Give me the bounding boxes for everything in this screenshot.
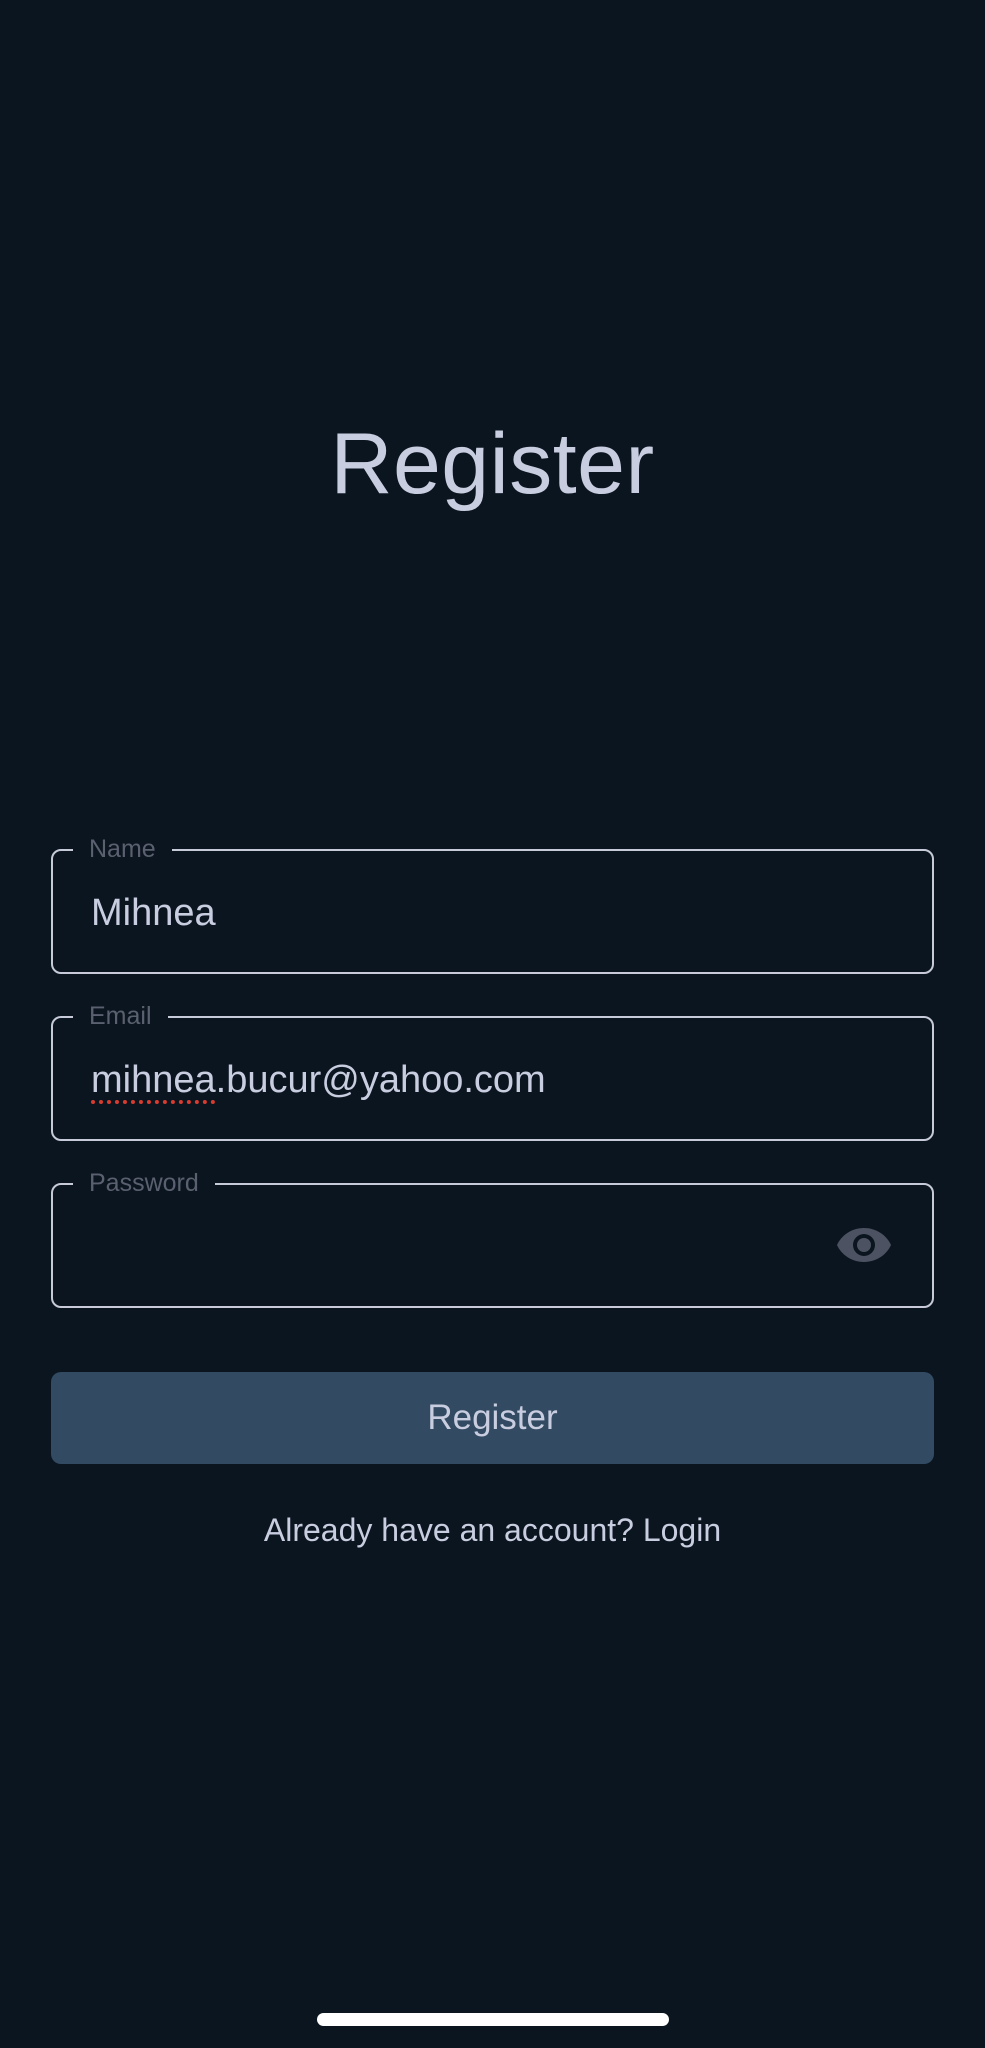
password-field-label: Password	[73, 1167, 215, 1199]
name-field-value[interactable]: Mihnea	[91, 891, 216, 935]
name-field-label: Name	[73, 833, 172, 865]
page-title: Register	[330, 416, 655, 512]
name-field[interactable]: Name Mihnea	[51, 833, 934, 974]
login-link[interactable]: Already have an account? Login	[0, 1512, 985, 1549]
email-field-label: Email	[73, 1000, 168, 1032]
password-field[interactable]: Password	[51, 1167, 934, 1308]
home-indicator[interactable]	[317, 2013, 669, 2026]
register-button[interactable]: Register	[51, 1372, 934, 1464]
eye-icon[interactable]	[836, 1225, 892, 1265]
email-misspelled-text: mihnea	[91, 1059, 216, 1101]
email-field-value[interactable]: mihnea.bucur@yahoo.com	[91, 1058, 546, 1102]
email-field[interactable]: Email mihnea.bucur@yahoo.com	[51, 1000, 934, 1141]
email-rest-text: .bucur@yahoo.com	[215, 1059, 546, 1101]
